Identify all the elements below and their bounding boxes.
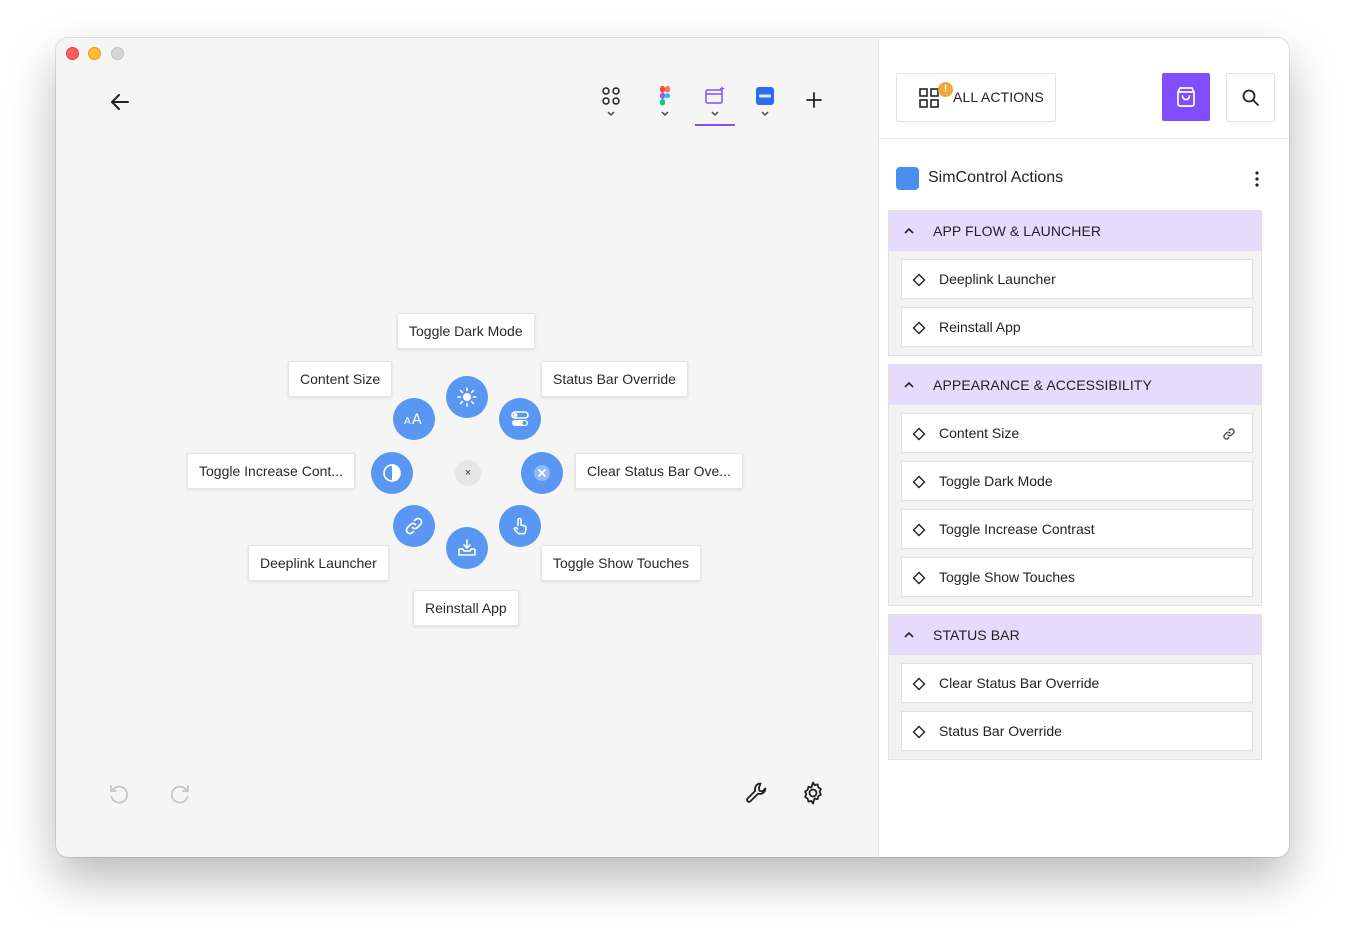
x-circle-icon xyxy=(534,465,550,481)
diamond-icon xyxy=(912,725,926,739)
link-icon xyxy=(405,517,423,535)
app-window: × AA Toggle Dark Mode Status Bar Overrid… xyxy=(56,38,1289,857)
label-clear-status-bar-override[interactable]: Clear Status Bar Ove... xyxy=(575,453,743,489)
marketplace-button[interactable] xyxy=(1162,73,1210,121)
main-canvas: × AA Toggle Dark Mode Status Bar Overrid… xyxy=(56,38,878,857)
group-app-flow: APP FLOW & LAUNCHER Deeplink Launcher Re… xyxy=(888,210,1262,356)
simcontrol-icon xyxy=(705,86,725,104)
radial-toggle-show-touches[interactable] xyxy=(499,505,541,547)
redo-icon[interactable] xyxy=(168,782,192,806)
action-item-label: Content Size xyxy=(939,425,1020,441)
group-header-status-bar[interactable]: STATUS BAR xyxy=(889,615,1261,655)
action-item-reinstall-app[interactable]: Reinstall App xyxy=(901,307,1253,347)
undo-icon[interactable] xyxy=(107,782,131,806)
apps-grid-icon xyxy=(602,87,620,105)
radial-center-close[interactable]: × xyxy=(455,460,481,486)
wrench-icon[interactable] xyxy=(744,780,770,806)
label-deeplink-launcher[interactable]: Deeplink Launcher xyxy=(248,545,389,581)
action-item-label: Toggle Show Touches xyxy=(939,569,1075,585)
diamond-icon xyxy=(912,475,926,489)
action-item-deeplink-launcher[interactable]: Deeplink Launcher xyxy=(901,259,1253,299)
text-size-icon: AA xyxy=(404,412,422,428)
label-toggle-increase-contrast[interactable]: Toggle Increase Cont... xyxy=(187,453,355,489)
shopping-bag-icon xyxy=(1177,87,1195,107)
group-header-appearance[interactable]: APPEARANCE & ACCESSIBILITY xyxy=(889,365,1261,405)
contrast-icon xyxy=(383,464,401,482)
label-toggle-show-touches[interactable]: Toggle Show Touches xyxy=(541,545,701,581)
radial-clear-status-bar-override[interactable] xyxy=(521,452,563,494)
all-actions-button[interactable]: ! ALL ACTIONS xyxy=(896,73,1056,122)
svg-text:A: A xyxy=(412,412,422,428)
sun-icon xyxy=(457,387,477,407)
group-title: APPEARANCE & ACCESSIBILITY xyxy=(933,377,1152,393)
tab-apps[interactable] xyxy=(591,82,631,126)
all-actions-label: ALL ACTIONS xyxy=(953,89,1044,105)
svg-text:A: A xyxy=(404,416,411,427)
search-icon xyxy=(1242,89,1259,106)
group-header-app-flow[interactable]: APP FLOW & LAUNCHER xyxy=(889,211,1261,251)
chevron-down-icon xyxy=(711,111,719,116)
figma-icon xyxy=(660,86,670,106)
chevron-up-icon xyxy=(904,631,914,638)
action-item-label: Reinstall App xyxy=(939,319,1021,335)
actions-panel: ! ALL ACTIONS SimControl Actions APP FLO… xyxy=(878,38,1289,857)
action-item-toggle-dark-mode[interactable]: Toggle Dark Mode xyxy=(901,461,1253,501)
action-item-label: Toggle Dark Mode xyxy=(939,473,1053,489)
chevron-up-icon xyxy=(904,381,914,388)
tab-zoom[interactable] xyxy=(745,82,785,126)
label-toggle-dark-mode[interactable]: Toggle Dark Mode xyxy=(397,313,535,349)
action-item-label: Status Bar Override xyxy=(939,723,1062,739)
plugin-title: SimControl Actions xyxy=(928,169,1064,186)
action-item-label: Toggle Increase Contrast xyxy=(939,521,1095,537)
gear-icon[interactable] xyxy=(800,780,826,806)
label-content-size[interactable]: Content Size xyxy=(288,361,393,397)
radial-reinstall-app[interactable] xyxy=(446,527,488,569)
diamond-icon xyxy=(912,523,926,537)
diamond-icon xyxy=(912,677,926,691)
diamond-icon xyxy=(912,427,926,441)
action-item-toggle-show-touches[interactable]: Toggle Show Touches xyxy=(901,557,1253,597)
more-options-icon[interactable] xyxy=(1251,168,1263,190)
tab-simcontrol[interactable] xyxy=(695,82,735,126)
action-item-clear-status-bar-override[interactable]: Clear Status Bar Override xyxy=(901,663,1253,703)
label-status-bar-override[interactable]: Status Bar Override xyxy=(541,361,688,397)
panel-toolbar: ! ALL ACTIONS xyxy=(879,38,1289,139)
action-item-content-size[interactable]: Content Size xyxy=(901,413,1253,453)
search-button[interactable] xyxy=(1226,73,1275,122)
action-item-toggle-increase-contrast[interactable]: Toggle Increase Contrast xyxy=(901,509,1253,549)
radial-status-bar-override[interactable] xyxy=(499,398,541,440)
radial-toggle-increase-contrast[interactable] xyxy=(371,452,413,494)
plus-icon xyxy=(806,92,822,108)
plugin-header: SimControl Actions xyxy=(896,166,1276,192)
label-reinstall-app[interactable]: Reinstall App xyxy=(413,590,519,626)
diamond-icon xyxy=(912,321,926,335)
action-item-label: Deeplink Launcher xyxy=(939,271,1056,287)
toggle-switches-icon xyxy=(511,411,529,426)
warning-badge: ! xyxy=(938,82,953,97)
grid-icon xyxy=(919,88,939,108)
group-appearance: APPEARANCE & ACCESSIBILITY Content Size … xyxy=(888,364,1262,606)
add-app-button[interactable] xyxy=(804,90,824,110)
chevron-down-icon xyxy=(607,111,615,116)
diamond-icon xyxy=(912,571,926,585)
zoom-icon xyxy=(756,87,774,105)
tab-figma[interactable] xyxy=(645,82,685,126)
radial-toggle-dark-mode[interactable] xyxy=(446,376,488,418)
tray-download-icon xyxy=(458,539,476,556)
group-title: APP FLOW & LAUNCHER xyxy=(933,223,1102,239)
back-arrow-icon[interactable] xyxy=(108,90,132,114)
simcontrol-plugin-icon xyxy=(896,167,919,190)
group-status-bar: STATUS BAR Clear Status Bar Override Sta… xyxy=(888,614,1262,760)
action-item-status-bar-override[interactable]: Status Bar Override xyxy=(901,711,1253,751)
action-item-label: Clear Status Bar Override xyxy=(939,675,1100,691)
chevron-down-icon xyxy=(661,111,669,116)
linked-icon xyxy=(1223,428,1235,440)
chevron-up-icon xyxy=(904,227,914,234)
group-title: STATUS BAR xyxy=(933,627,1020,643)
touch-hand-icon xyxy=(513,517,527,535)
diamond-icon xyxy=(912,273,926,287)
radial-deeplink-launcher[interactable] xyxy=(393,505,435,547)
radial-content-size[interactable]: AA xyxy=(393,398,435,440)
chevron-down-icon xyxy=(761,111,769,116)
